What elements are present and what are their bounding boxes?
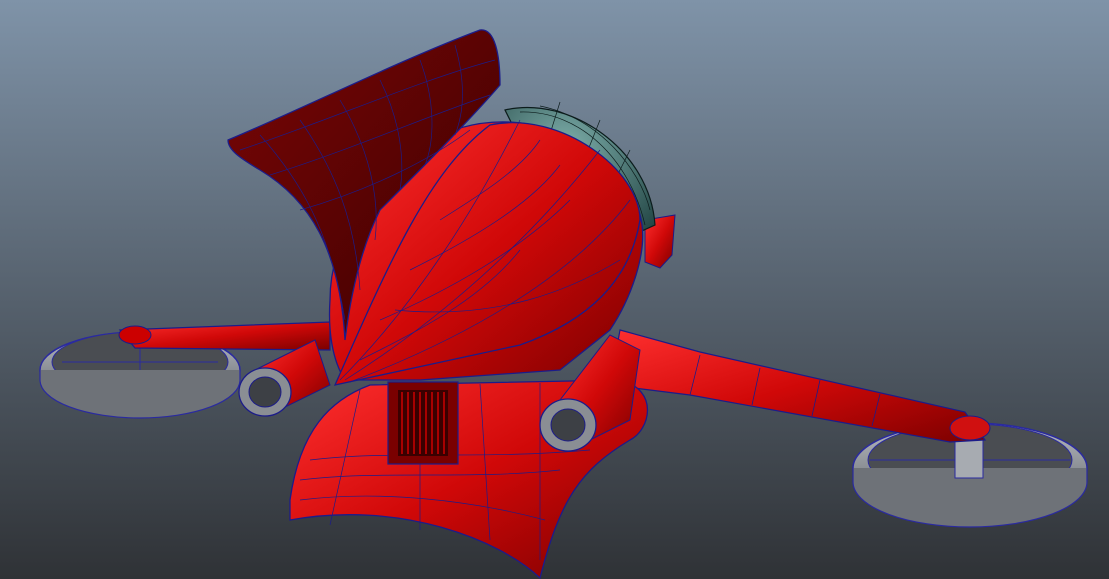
3d-viewport[interactable] — [0, 0, 1109, 579]
left-engine-nacelle[interactable] — [238, 339, 331, 417]
right-wing-arm[interactable] — [609, 329, 987, 443]
left-wing-arm[interactable] — [118, 321, 331, 351]
vent-grille — [387, 381, 459, 465]
hovercraft-model[interactable] — [0, 0, 1109, 579]
